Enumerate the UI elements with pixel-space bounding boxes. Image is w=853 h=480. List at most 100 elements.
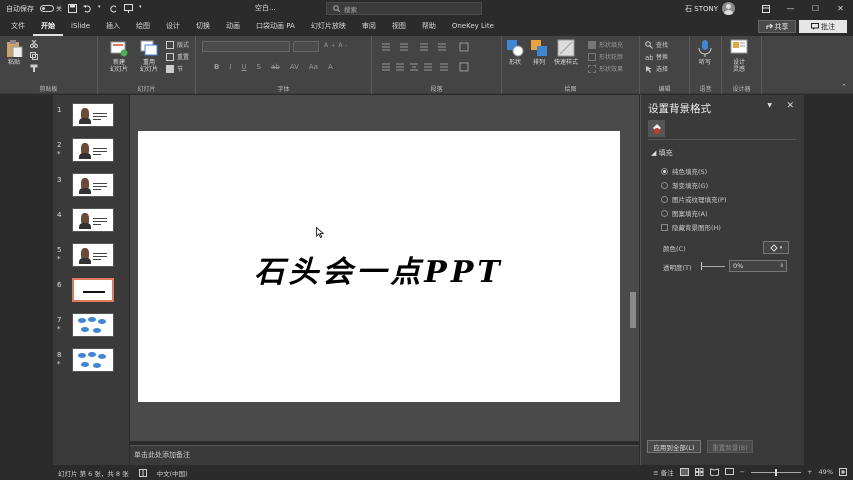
tab-1[interactable]: 开始 — [33, 19, 63, 36]
radio-button[interactable] — [661, 181, 668, 189]
search-box[interactable]: 搜索 — [326, 2, 482, 15]
undo-icon[interactable] — [83, 4, 92, 13]
dictate-button[interactable]: 听写 — [696, 39, 714, 66]
tab-12[interactable]: 帮助 — [414, 19, 444, 36]
pane-options-icon[interactable]: ▼ — [767, 102, 772, 109]
case-icon[interactable]: Aa — [309, 63, 318, 71]
slide-thumbnail[interactable]: 1 — [53, 103, 129, 133]
tab-11[interactable]: 视图 — [384, 19, 414, 36]
shape-outline-button[interactable]: 形状轮廓 — [588, 52, 623, 61]
avatar[interactable] — [722, 2, 735, 15]
tab-4[interactable]: 绘图 — [128, 19, 158, 36]
arrange-button[interactable]: 排列 — [530, 39, 548, 66]
design-ideas-button[interactable]: 设计 灵感 — [730, 39, 748, 73]
reuse-slides-button[interactable]: 重用 幻灯片 — [140, 39, 158, 73]
tab-10[interactable]: 审阅 — [354, 19, 384, 36]
slideshow-icon[interactable] — [724, 468, 734, 476]
shapes-button[interactable]: 形状 — [506, 39, 524, 66]
collapse-ribbon-icon[interactable]: ⌃ — [841, 83, 847, 91]
tab-5[interactable]: 设计 — [158, 19, 188, 36]
tab-7[interactable]: 动画 — [218, 19, 248, 36]
zoom-slider[interactable] — [751, 468, 802, 476]
scrollbar-thumb[interactable] — [630, 292, 636, 328]
notes-toggle[interactable]: ≡ 备注 — [653, 467, 674, 477]
zoom-out-button[interactable]: − — [740, 468, 745, 476]
notes-area[interactable]: 单击此处添加备注 — [130, 445, 639, 465]
fill-option[interactable]: 隐藏背景图形(H) — [661, 222, 721, 232]
radio-button[interactable] — [661, 167, 668, 175]
slide-thumbnail[interactable]: 2 * — [53, 138, 129, 168]
tab-6[interactable]: 切换 — [188, 19, 218, 36]
fill-option[interactable]: 图片或纹理填充(P) — [661, 194, 727, 204]
reset-button[interactable]: 重置 — [166, 52, 189, 61]
apply-to-all-button[interactable]: 应用到全部(L) — [647, 440, 701, 453]
zoom-in-button[interactable]: + — [807, 468, 812, 476]
slide-editing-area[interactable]: 石头会一点PPT — [130, 95, 639, 441]
spinner-icon[interactable]: ⇕ — [780, 261, 784, 271]
reading-view-icon[interactable] — [709, 468, 719, 476]
fill-option[interactable]: 纯色填充(S) — [661, 166, 707, 176]
ribbon-display-icon[interactable] — [753, 0, 778, 17]
language-status[interactable]: 中文(中国) — [157, 468, 188, 478]
accessibility-icon[interactable] — [138, 469, 147, 477]
shape-fill-button[interactable]: 形状填充 — [588, 40, 623, 49]
font-size-grow[interactable]: A + A- — [324, 42, 347, 49]
tab-9[interactable]: 幻灯片放映 — [303, 19, 354, 36]
font-size-box[interactable] — [293, 41, 319, 52]
presentation-icon[interactable] — [124, 4, 134, 13]
autosave-toggle[interactable]: 关 — [40, 4, 62, 13]
slide-thumbnail[interactable]: 4 — [53, 208, 129, 238]
slide-sorter-icon[interactable] — [694, 468, 704, 476]
transparency-input[interactable]: 0% ⇕ — [729, 260, 787, 272]
radio-button[interactable] — [661, 195, 668, 203]
vertical-scrollbar[interactable] — [627, 110, 637, 416]
pane-scrollbar[interactable] — [800, 95, 804, 465]
current-slide[interactable]: 石头会一点PPT — [138, 131, 620, 402]
tab-2[interactable]: iSlide — [63, 19, 98, 36]
radio-button[interactable] — [661, 209, 668, 217]
replace-button[interactable]: ab 替换 — [645, 52, 668, 62]
fill-section-header[interactable]: ◢ 填充 — [651, 148, 673, 158]
bold-icon[interactable]: B — [214, 63, 219, 71]
fill-tab[interactable] — [648, 120, 665, 137]
shape-effects-button[interactable]: 形状效果 — [588, 64, 623, 73]
chevron-down-icon[interactable]: ▾ — [98, 4, 103, 13]
reset-background-button[interactable]: 重置背景(B) — [707, 440, 753, 453]
fill-option[interactable]: 图案填充(A) — [661, 208, 708, 218]
paragraph-icons[interactable] — [380, 42, 490, 76]
slide-thumbnail[interactable]: 8 * — [53, 348, 129, 378]
copy-button[interactable] — [30, 52, 38, 60]
new-slide-button[interactable]: 新建 幻灯片 — [110, 39, 128, 73]
color-picker-button[interactable]: ▾ — [763, 241, 789, 254]
checkbox[interactable] — [661, 223, 668, 231]
paste-button[interactable]: 粘贴 — [5, 39, 23, 66]
redo-icon[interactable] — [109, 4, 118, 13]
normal-view-icon[interactable] — [679, 468, 689, 476]
slide-thumbnail[interactable]: 3 — [53, 173, 129, 203]
font-color-icon[interactable]: A — [328, 63, 333, 71]
tab-3[interactable]: 插入 — [98, 19, 128, 36]
customize-qat-icon[interactable]: ▾ — [139, 4, 144, 13]
tab-8[interactable]: 口袋动画 PA — [248, 19, 303, 36]
save-icon[interactable] — [68, 4, 78, 13]
fill-option[interactable]: 渐变填充(G) — [661, 180, 708, 190]
select-button[interactable]: 选择 — [645, 64, 668, 73]
maximize-button[interactable]: ☐ — [803, 0, 828, 17]
underline-icon[interactable]: U — [241, 63, 246, 71]
cut-button[interactable] — [30, 40, 38, 48]
user-area[interactable]: 石 STONY — [685, 2, 735, 15]
comment-button[interactable]: 批注 — [799, 20, 847, 33]
find-button[interactable]: 查找 — [645, 40, 668, 49]
font-name-box[interactable] — [202, 41, 290, 52]
tab-0[interactable]: 文件 — [3, 19, 33, 36]
pane-close-icon[interactable]: ✕ — [786, 101, 794, 111]
layout-button[interactable]: 版式 — [166, 40, 189, 49]
transparency-slider[interactable] — [701, 266, 725, 267]
slide-thumbnail[interactable]: 7 * — [53, 313, 129, 343]
strike-icon[interactable]: ab — [271, 63, 280, 71]
close-button[interactable]: ✕ — [828, 0, 853, 17]
slide-thumbnail[interactable]: 6 — [53, 278, 129, 308]
slide-thumbnail[interactable]: 5 * — [53, 243, 129, 273]
fit-to-window-icon[interactable] — [839, 468, 847, 476]
format-painter-button[interactable] — [30, 64, 38, 72]
